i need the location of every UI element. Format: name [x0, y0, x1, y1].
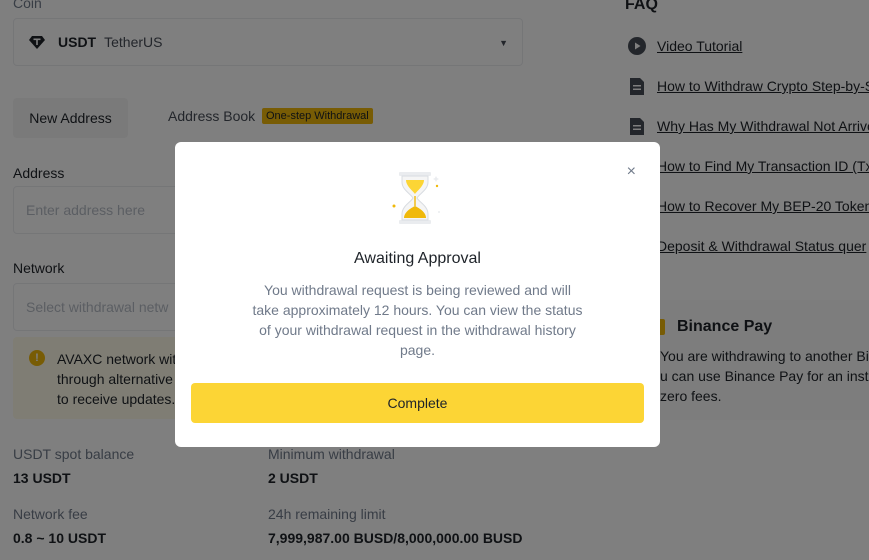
- dialog-body: You withdrawal request is being reviewed…: [252, 282, 583, 358]
- awaiting-approval-dialog: × Awaiting Approval You withdrawal reque…: [175, 142, 660, 447]
- close-icon[interactable]: ×: [627, 164, 636, 180]
- dialog-title: Awaiting Approval: [354, 250, 481, 267]
- complete-button[interactable]: Complete: [191, 383, 644, 423]
- hourglass-icon: [392, 172, 440, 224]
